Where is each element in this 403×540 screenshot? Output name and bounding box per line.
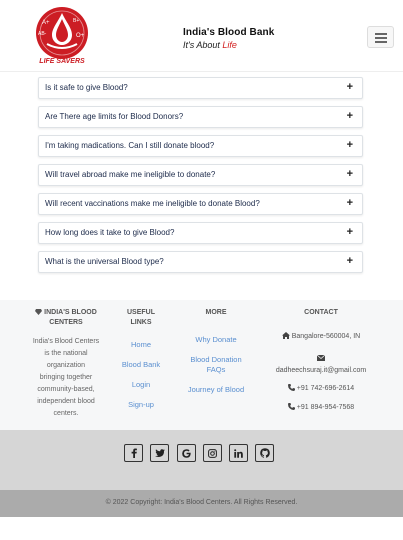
phone-icon [287, 403, 295, 411]
gem-icon [35, 309, 44, 316]
faq-question: What is the universal Blood type? [45, 257, 164, 266]
menu-toggle-button[interactable] [367, 26, 394, 48]
footer-link-why-donate[interactable]: Why Donate [182, 335, 250, 345]
about-line: centers. [53, 410, 79, 417]
site-footer: INDIA'S BLOOD CENTERS India's Blood Cent… [0, 300, 403, 430]
github-icon[interactable] [255, 444, 274, 462]
contact-phone-2-text: +91 894-954-7568 [296, 404, 355, 411]
useful-links-heading-line1: USEFUL [127, 309, 155, 316]
logo-blood-type-b: B+ [73, 18, 79, 24]
hamburger-icon [375, 33, 387, 35]
twitter-icon[interactable] [150, 444, 169, 462]
faq-question: How long does it take to give Blood? [45, 228, 175, 237]
footer-about-heading-line1: INDIA'S BLOOD [44, 309, 97, 316]
footer-about-column: INDIA'S BLOOD CENTERS India's Blood Cent… [30, 308, 102, 420]
footer-link-login[interactable]: Login [116, 380, 166, 390]
faqs-link-text[interactable]: FAQs [182, 365, 250, 375]
faq-item[interactable]: I'm taking madications. Can I still dona… [38, 135, 363, 157]
useful-links-heading-line2: LINKS [130, 319, 152, 326]
faq-question: Will recent vaccinations make me ineligi… [45, 199, 260, 208]
footer-link-home[interactable]: Home [116, 340, 166, 350]
expand-plus-icon[interactable]: + [347, 139, 353, 151]
logo-blood-type-ab: AB- [38, 31, 47, 37]
footer-useful-links-column: USEFUL LINKS Home Blood Bank Login Sign-… [116, 308, 166, 410]
footer-link-blood-donation-faqs[interactable]: Blood Donation FAQs [182, 355, 250, 375]
expand-plus-icon[interactable]: + [347, 197, 353, 209]
facebook-icon[interactable] [124, 444, 143, 462]
site-tagline: It's About Life [183, 40, 274, 50]
about-line: community-based, [37, 386, 95, 393]
contact-phone-1[interactable]: +91 742-696-2614 [262, 384, 380, 392]
tagline-prefix: It's About [183, 40, 223, 50]
hamburger-icon-bar [375, 41, 387, 43]
footer-link-journey-of-blood[interactable]: Journey of Blood [182, 385, 250, 395]
footer-useful-links-heading: USEFUL LINKS [116, 308, 166, 328]
faq-item[interactable]: Is it safe to give Blood? + [38, 77, 363, 99]
footer-link-signup[interactable]: Sign-up [116, 400, 166, 410]
logo-blood-type-a: A+ [42, 20, 50, 26]
home-icon [281, 332, 290, 340]
expand-plus-icon[interactable]: + [347, 226, 353, 238]
faq-item[interactable]: How long does it take to give Blood? + [38, 222, 363, 244]
about-line: independent blood [37, 398, 95, 405]
faq-question: Is it safe to give Blood? [45, 83, 128, 92]
contact-phone-2[interactable]: +91 894-954-7568 [262, 403, 380, 411]
expand-plus-icon[interactable]: + [347, 81, 353, 93]
phone-icon [287, 384, 295, 392]
about-line: organization [46, 362, 86, 369]
contact-email[interactable]: dadheechsuraj.it@gmail.com [262, 367, 380, 374]
life-savers-logo[interactable]: A+ B+ AB- O+ LIFE SAVERS [33, 4, 91, 66]
about-line: bringing together [39, 374, 93, 381]
linkedin-icon[interactable] [229, 444, 248, 462]
faq-item[interactable]: Will recent vaccinations make me ineligi… [38, 193, 363, 215]
contact-address-text: Bangalore-560004, IN [291, 333, 361, 340]
faq-item[interactable]: Will travel abroad make me ineligible to… [38, 164, 363, 186]
copyright-text: © 2022 Copyright: India's Blood Centers.… [105, 499, 298, 506]
copyright-bar: © 2022 Copyright: India's Blood Centers.… [0, 490, 403, 517]
contact-address: Bangalore-560004, IN [262, 332, 380, 340]
footer-about-heading-line2: CENTERS [49, 319, 83, 326]
site-title: India's Blood Bank [183, 27, 275, 38]
site-header: A+ B+ AB- O+ LIFE SAVERS India's Blood B… [0, 0, 403, 72]
footer-contact-heading: CONTACT [304, 309, 338, 316]
about-line: is the national [44, 350, 88, 357]
expand-plus-icon[interactable]: + [347, 168, 353, 180]
faq-question: I'm taking madications. Can I still dona… [45, 141, 215, 150]
google-icon[interactable] [177, 444, 196, 462]
about-line: India's Blood Centers [32, 338, 100, 345]
footer-about-text: India's Blood Centers is the national or… [30, 336, 102, 420]
footer-about-heading: INDIA'S BLOOD CENTERS [30, 308, 102, 328]
envelope-icon [262, 348, 380, 366]
expand-plus-icon[interactable]: + [347, 255, 353, 267]
blood-donation-link-text[interactable]: Blood Donation [182, 355, 250, 365]
faq-item[interactable]: Are There age limits for Blood Donors? + [38, 106, 363, 128]
tagline-accent: Life [222, 40, 237, 50]
footer-more-column: MORE Why Donate Blood Donation FAQs Jour… [182, 308, 250, 395]
logo-blood-type-o: O+ [76, 33, 85, 39]
expand-plus-icon[interactable]: + [347, 110, 353, 122]
footer-contact-column: CONTACT Bangalore-560004, IN dadheechsur… [262, 308, 380, 411]
faq-question: Will travel abroad make me ineligible to… [45, 170, 216, 179]
instagram-icon[interactable] [203, 444, 222, 462]
brand: India's Blood Bank It's About Life [183, 27, 274, 50]
faq-question: Are There age limits for Blood Donors? [45, 112, 184, 121]
hamburger-icon-bar [375, 37, 387, 39]
faq-item[interactable]: What is the universal Blood type? + [38, 251, 363, 273]
footer-more-heading: MORE [205, 309, 227, 316]
footer-link-blood-bank[interactable]: Blood Bank [116, 360, 166, 370]
logo-text: LIFE SAVERS [39, 58, 85, 65]
social-links-bar [0, 430, 403, 490]
contact-phone-1-text: +91 742-696-2614 [296, 385, 355, 392]
